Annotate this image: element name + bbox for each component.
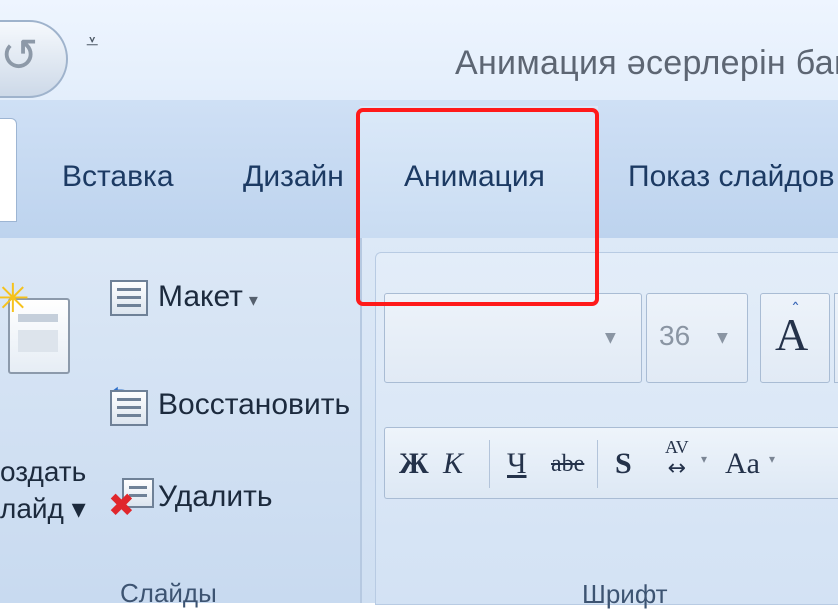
delete-x-icon: ✖	[108, 486, 135, 524]
chevron-down-icon[interactable]: ▾	[769, 452, 775, 466]
change-case-button[interactable]: Aa	[725, 436, 760, 492]
new-slide-label-line1[interactable]: оздать	[0, 456, 86, 488]
slides-group: ✳ оздать лайд ▾ Макет▾ ⮌ Восстановить ✖ …	[0, 238, 362, 608]
undo-button[interactable]: ↺	[0, 20, 68, 98]
new-slide-label-line2[interactable]: лайд ▾	[0, 492, 86, 525]
grow-font-button[interactable]: A ˆ	[760, 293, 830, 383]
reset-slide-icon[interactable]	[110, 390, 148, 426]
toolbar-divider	[597, 440, 598, 488]
tab-slideshow[interactable]: Показ слайдов	[628, 160, 835, 194]
highlight-annotation-box	[356, 108, 599, 306]
qat-customize-icon[interactable]: ⩡	[86, 30, 98, 55]
tab-insert[interactable]: Вставка	[62, 160, 174, 194]
font-size-value: 36	[659, 320, 691, 351]
underline-button[interactable]: Ч	[507, 436, 527, 492]
spacing-arrows-icon: ↔	[667, 456, 687, 481]
character-spacing-button[interactable]: AV ↔	[665, 436, 689, 492]
chevron-down-icon[interactable]: ▾	[701, 452, 707, 466]
font-group-label: Шрифт	[582, 579, 668, 609]
window-title: Анимация әсерлерін бап	[455, 44, 838, 82]
character-spacing-label: AV	[665, 437, 689, 457]
undo-icon: ↺	[0, 28, 39, 82]
chevron-down-icon: ▼	[605, 330, 616, 346]
title-bar: ↺ ⩡ Анимация әсерлерін бап	[0, 0, 838, 100]
text-shadow-button[interactable]: S	[615, 436, 632, 492]
layout-label: Макет	[158, 280, 243, 313]
reset-button[interactable]: Восстановить	[158, 388, 350, 422]
chevron-down-icon: ▼	[717, 330, 728, 346]
italic-button[interactable]: К	[443, 436, 463, 492]
font-size-dropdown[interactable]: 36 ▼	[646, 293, 748, 383]
layout-icon[interactable]	[110, 280, 148, 316]
font-name-dropdown[interactable]: ▼	[384, 293, 642, 383]
delete-button[interactable]: Удалить	[158, 480, 273, 514]
strikethrough-button[interactable]: abe	[551, 436, 584, 492]
tab-design[interactable]: Дизайн	[243, 160, 344, 194]
font-format-toolbar: Ж К Ч abe S AV ↔ ▾ Aa ▾	[384, 427, 838, 499]
caret-up-icon: ˆ	[791, 300, 800, 321]
layout-button[interactable]: Макет ▾	[158, 280, 258, 314]
tab-home-edge[interactable]	[0, 118, 17, 222]
bold-button[interactable]: Ж	[399, 436, 429, 492]
slides-group-label: Слайды	[120, 578, 217, 608]
new-star-icon: ✳	[0, 276, 30, 322]
chevron-down-icon: ▾	[248, 290, 258, 311]
toolbar-divider	[489, 440, 490, 488]
shrink-font-button[interactable]	[834, 293, 838, 383]
